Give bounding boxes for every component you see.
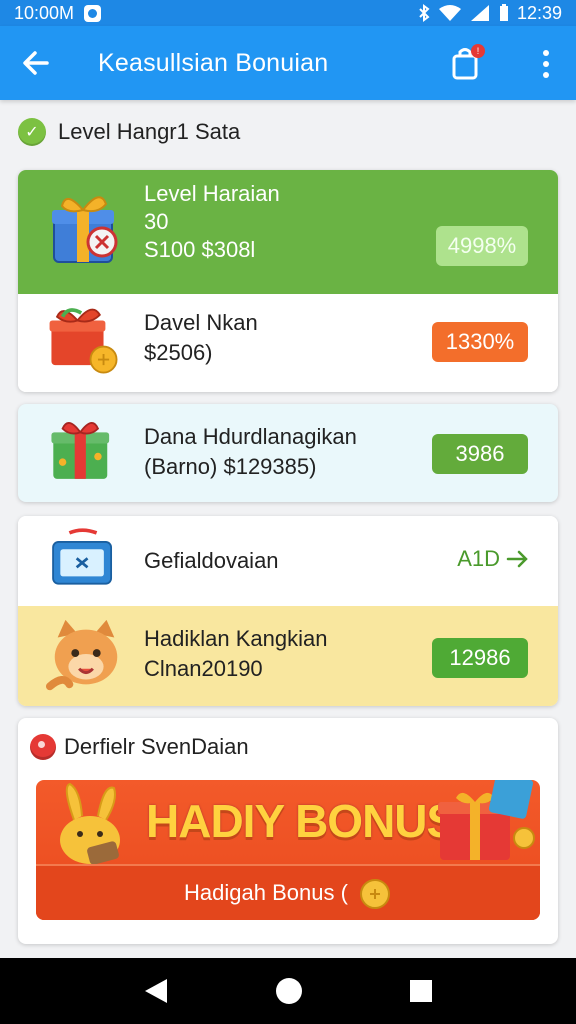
- gefial-link[interactable]: A1D: [457, 546, 530, 572]
- bunny-mascot-icon: [60, 782, 120, 865]
- coin-icon: [359, 879, 390, 909]
- dana-card: Dana Hdurdlanagikan (Barno) $129385) 398…: [18, 404, 558, 502]
- davel-text: Davel Nkan $2506): [144, 308, 258, 368]
- gift-coins-icon: [438, 780, 535, 860]
- dana-percent-badge[interactable]: 3986: [432, 434, 528, 474]
- notification-icon: [84, 4, 102, 22]
- list-item-dana[interactable]: Dana Hdurdlanagikan (Barno) $129385) 398…: [18, 404, 558, 502]
- status-bar: 10:00M 12:39: [0, 0, 576, 26]
- level-subtitle: 30: [144, 209, 169, 234]
- gefial-card: Gefialdovaian A1D Hadiklan Kangkian Clna…: [18, 516, 558, 706]
- status-clock: 12:39: [516, 2, 562, 23]
- leaf-icon: ✓: [18, 118, 46, 146]
- section-title: Level Hangr1 Sata: [58, 119, 241, 144]
- davel-percent-badge[interactable]: 1330%: [432, 322, 528, 362]
- promo-card: Derfielr SvenDaian HADIY BONUS Hadigah B…: [18, 718, 558, 944]
- level-price: S100 $308l: [144, 237, 256, 262]
- hadiklan-percent-badge[interactable]: 12986: [432, 638, 528, 678]
- section-header: ✓ Level Hangr1 Sata: [18, 118, 240, 146]
- list-item-level[interactable]: Level Haraian 30 S100 $308l 4998%: [18, 170, 558, 294]
- ticket-icon: [52, 528, 113, 585]
- cart-button[interactable]: !: [450, 44, 485, 80]
- status-icons: 12:39: [417, 3, 562, 24]
- hadiklan-title: Hadiklan Kangkian: [144, 626, 328, 651]
- more-options-icon[interactable]: [530, 48, 562, 80]
- back-arrow-icon: [23, 51, 49, 75]
- promo-header: Derfielr SvenDaian: [30, 734, 249, 760]
- app-bar: Keasullsian Bonuian !: [0, 26, 576, 100]
- level-card: Level Haraian 30 S100 $308l 4998% Davel …: [18, 170, 558, 392]
- gefial-title: Gefialdovaian: [144, 548, 279, 573]
- page-title: Keasullsian Bonuian: [98, 48, 329, 77]
- list-item-hadiklan[interactable]: Hadiklan Kangkian Clnan20190 12986: [18, 606, 558, 706]
- red-dot-icon: [30, 734, 56, 760]
- dana-title: Dana Hdurdlanagikan: [144, 424, 357, 449]
- bonus-button[interactable]: Hadigah Bonus (: [36, 864, 540, 920]
- bonus-button-label: Hadigah Bonus (: [184, 880, 348, 905]
- back-button[interactable]: [0, 26, 72, 100]
- cat-mascot-icon: [45, 619, 118, 691]
- level-percent-badge[interactable]: 4998%: [436, 226, 528, 266]
- gefial-link-label: A1D: [457, 546, 500, 571]
- gift-box-icon: [49, 308, 118, 374]
- status-time: 10:00M: [14, 2, 75, 23]
- gefial-text: Gefialdovaian: [144, 546, 279, 576]
- level-title: Level Haraian: [144, 181, 280, 206]
- dana-subtitle: (Barno) $129385): [144, 454, 317, 479]
- hadiklan-subtitle: Clnan20190: [144, 656, 263, 681]
- level-text: Level Haraian 30 S100 $308l: [144, 180, 280, 264]
- promo-title: Derfielr SvenDaian: [64, 734, 249, 759]
- davel-price: $2506): [144, 340, 213, 365]
- cart-badge: !: [471, 44, 485, 58]
- nav-recents-icon[interactable]: [409, 979, 433, 1003]
- davel-title: Davel Nkan: [144, 310, 258, 335]
- hadiklan-text: Hadiklan Kangkian Clnan20190: [144, 624, 327, 684]
- signal-icon: [470, 5, 489, 21]
- gift-box-icon: [51, 422, 110, 479]
- list-item-davel[interactable]: Davel Nkan $2506) 1330%: [18, 294, 558, 392]
- bluetooth-icon: [419, 4, 430, 22]
- nav-home-icon[interactable]: [275, 977, 303, 1005]
- dana-text: Dana Hdurdlanagikan (Barno) $129385): [144, 422, 357, 482]
- arrow-right-icon: [506, 550, 528, 568]
- banner-headline: HADIY BONUS: [146, 795, 457, 847]
- gift-box-icon: [52, 196, 118, 263]
- bonus-banner[interactable]: HADIY BONUS Hadigah Bonus (: [36, 780, 540, 920]
- navigation-bar: [0, 958, 576, 1024]
- nav-back-icon[interactable]: [143, 977, 169, 1005]
- battery-icon: [499, 4, 508, 21]
- wifi-icon: [438, 5, 461, 21]
- list-item-gefial[interactable]: Gefialdovaian A1D: [18, 516, 558, 606]
